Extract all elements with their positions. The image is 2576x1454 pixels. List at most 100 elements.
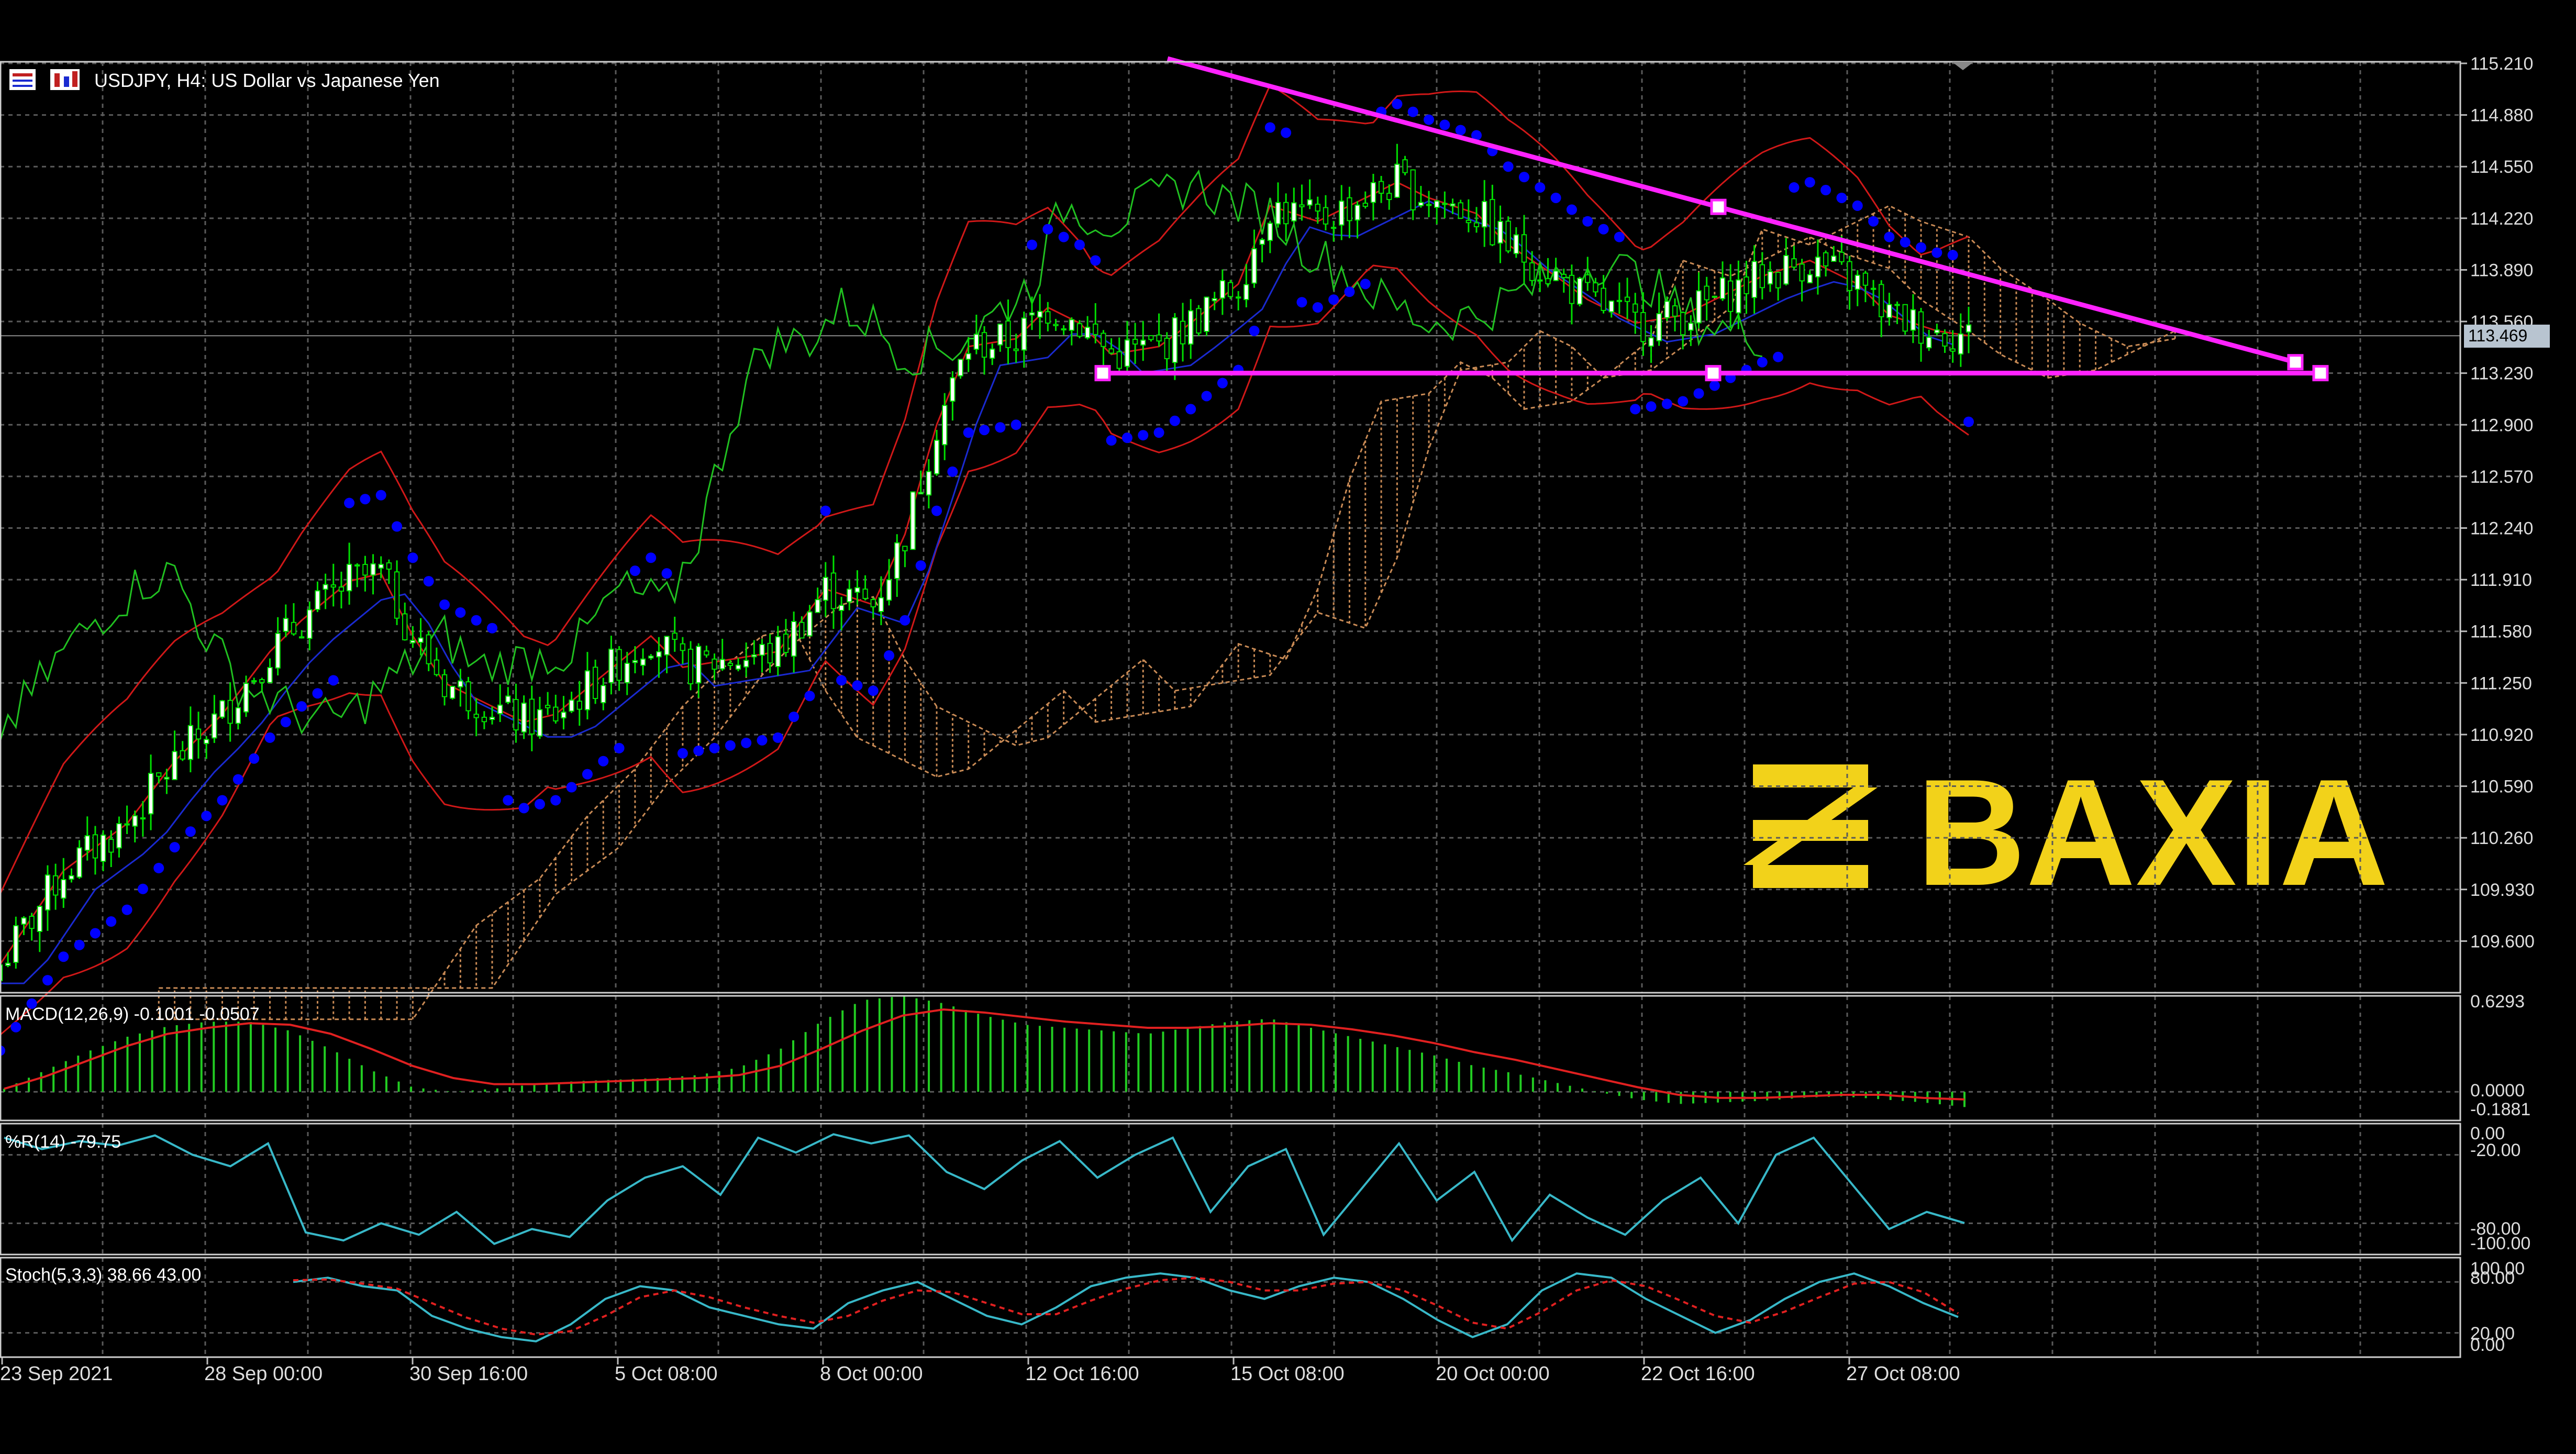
macd-tick-label: 0.0000 <box>2470 1081 2525 1101</box>
candle-body <box>1561 273 1567 279</box>
time-tick-label: 15 Oct 08:00 <box>1230 1363 1345 1385</box>
price-tick-label: 111.580 <box>2470 622 2532 642</box>
sar-dot <box>90 928 101 939</box>
sar-dot <box>121 904 132 915</box>
candle-body <box>576 701 582 710</box>
candle-body <box>1140 339 1146 346</box>
candle-body <box>1783 255 1789 285</box>
candle-body <box>1855 274 1860 290</box>
sar-dot <box>169 842 180 853</box>
candle-body <box>251 680 257 683</box>
sar-dot <box>947 466 958 477</box>
sar-dot <box>439 599 450 610</box>
candle-body <box>1386 193 1392 201</box>
time-tick-label: 27 Oct 08:00 <box>1846 1363 1960 1385</box>
candle-body <box>1164 338 1170 360</box>
candle-body <box>1791 258 1797 268</box>
candle-body <box>1347 197 1352 221</box>
candle-body <box>1696 290 1702 324</box>
trendline-anchor <box>2287 354 2304 371</box>
sar-dot <box>979 425 990 436</box>
sar-dot <box>646 552 657 563</box>
candle-body <box>21 917 27 925</box>
candle-body <box>942 405 948 446</box>
candle-body <box>1633 303 1638 313</box>
candle-body <box>854 587 860 593</box>
candle-body <box>1021 317 1027 351</box>
sar-dot <box>392 521 403 532</box>
candle-body <box>370 563 376 576</box>
candle-body <box>1275 202 1281 225</box>
sar-dot <box>312 688 323 699</box>
candle-body <box>1243 284 1249 301</box>
candle-body <box>624 662 630 683</box>
candle-body <box>410 640 416 643</box>
sar-dot <box>1757 357 1768 368</box>
candle-body <box>1283 202 1289 225</box>
candle-body <box>497 704 503 715</box>
chart-svg: BAXIA 115.210 114.880 114.550 114.220 113.89… <box>0 0 2576 1451</box>
sar-dot <box>185 826 196 837</box>
price-tick-label: 109.600 <box>2470 931 2535 951</box>
price-tick-label: 110.260 <box>2470 828 2533 848</box>
candle-body <box>1116 351 1122 369</box>
candle-body <box>434 659 440 675</box>
time-tick-label: 23 Sep 2021 <box>0 1363 113 1385</box>
sar-dot <box>915 560 926 571</box>
sar-dot <box>1264 122 1275 133</box>
candle-body <box>180 750 185 760</box>
sar-dot <box>137 883 148 894</box>
candle-body <box>5 962 11 966</box>
candle-body <box>1942 333 1948 347</box>
candle-body <box>1569 274 1575 304</box>
sar-dot <box>1058 231 1069 242</box>
candle-body <box>450 686 456 699</box>
candle-body <box>1847 261 1852 291</box>
candle-body <box>204 739 209 744</box>
candle-body <box>1156 334 1162 342</box>
candle-body <box>1402 159 1408 173</box>
candle-body <box>1450 203 1456 207</box>
candle-body <box>1719 277 1726 299</box>
candle-body <box>92 834 98 859</box>
candle-body <box>1045 311 1051 324</box>
sar-dot <box>1773 351 1784 362</box>
candle-body <box>1823 252 1829 267</box>
current-price-label: 113.469 <box>2468 326 2527 345</box>
candle-body <box>783 634 789 653</box>
sar-dot <box>772 732 783 743</box>
candle-body <box>1196 308 1202 334</box>
sar-dot <box>1185 404 1196 415</box>
candle-body <box>608 648 614 683</box>
sar-dot <box>582 769 593 780</box>
price-tick-label: 113.230 <box>2470 364 2533 384</box>
candle-body <box>330 584 336 588</box>
candle-body <box>878 597 884 612</box>
sar-dot <box>757 735 768 746</box>
candle-body <box>997 324 1003 346</box>
candle-body <box>1212 298 1217 302</box>
sar-dot <box>534 798 545 809</box>
candle-body <box>426 634 431 664</box>
candle-body <box>76 847 82 878</box>
sar-dot <box>1518 172 1529 183</box>
candle-body <box>767 642 773 664</box>
candle-body <box>1648 337 1654 347</box>
sar-dot <box>614 742 625 753</box>
sar-dot <box>74 939 85 950</box>
stoch-title: Stoch(5,3,3) 38.66 43.00 <box>5 1265 201 1285</box>
candle-body <box>1029 312 1035 316</box>
candle-body <box>981 332 987 358</box>
candle-body <box>1037 310 1043 318</box>
candle-body <box>529 698 535 735</box>
sar-dot <box>550 795 561 806</box>
sar-dot <box>820 505 831 516</box>
sar-dot <box>629 565 640 576</box>
candle-body <box>1061 328 1067 331</box>
sar-dot <box>995 422 1006 433</box>
sar-dot <box>1360 279 1371 290</box>
candle-body <box>1132 339 1138 345</box>
sar-dot <box>1439 119 1450 130</box>
sar-dot <box>217 795 228 806</box>
candle-body <box>386 562 392 570</box>
